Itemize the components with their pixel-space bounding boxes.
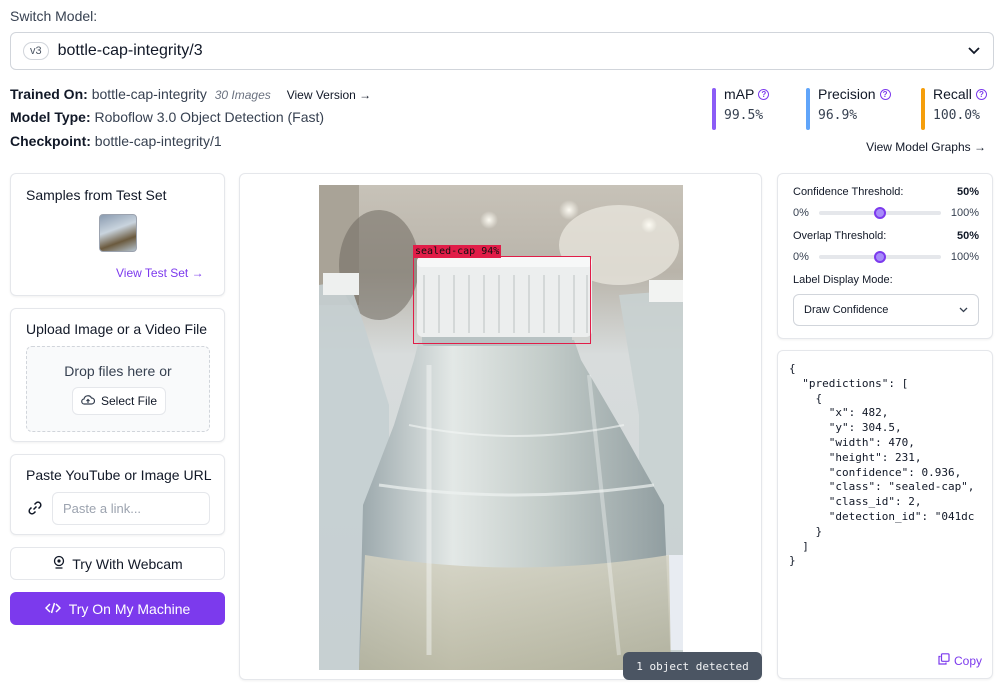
checkpoint-row: Checkpoint: bottle-cap-integrity/1 — [10, 133, 222, 149]
link-icon — [27, 500, 43, 521]
json-line: { — [789, 362, 796, 375]
json-line: ] — [789, 539, 809, 553]
metric-precision: Precision? 96.9% — [806, 86, 891, 130]
json-code: { "predictions": [ { "x": 482, "y": 304.… — [789, 362, 974, 569]
select-file-button[interactable]: Select File — [72, 387, 166, 415]
help-icon[interactable]: ? — [758, 88, 770, 100]
metric-recall: Recall? 100.0% — [921, 86, 987, 130]
help-icon[interactable]: ? — [879, 88, 891, 100]
metric-color-bar — [921, 88, 925, 130]
overlap-value: 50% — [956, 230, 979, 242]
model-type-label: Model Type: — [10, 109, 91, 125]
chevron-down-icon — [967, 44, 981, 58]
overlap-slider-handle[interactable] — [873, 251, 886, 263]
copy-icon — [938, 653, 950, 668]
detection-label: sealed-cap 94% — [413, 245, 502, 258]
slider-min-label: 0% — [793, 251, 809, 263]
confidence-slider[interactable] — [818, 207, 941, 219]
json-line: "predictions": [ — [789, 376, 909, 390]
model-type-value: Roboflow 3.0 Object Detection (Fast) — [94, 109, 325, 125]
trained-on-value: bottle-cap-integrity — [91, 86, 207, 102]
display-mode-value: Draw Confidence — [804, 304, 889, 316]
copy-label: Copy — [953, 653, 982, 668]
json-line: "detection_id": "041dc — [789, 509, 975, 523]
confidence-slider-handle[interactable] — [873, 207, 886, 219]
model-type-row: Model Type: Roboflow 3.0 Object Detectio… — [10, 109, 324, 125]
chevron-down-icon — [959, 304, 968, 316]
json-line: { — [789, 391, 823, 405]
json-line: "width": 470, — [789, 435, 915, 449]
webcam-button[interactable]: Try With Webcam — [10, 547, 225, 580]
view-test-set-link[interactable]: View Test Set → — [116, 266, 204, 280]
json-line: "x": 482, — [789, 406, 889, 420]
checkpoint-value: bottle-cap-integrity/1 — [94, 133, 222, 149]
slider-min-label: 0% — [793, 207, 809, 219]
help-icon[interactable]: ? — [975, 88, 987, 100]
url-input[interactable]: Paste a link... — [52, 492, 210, 525]
webcam-label: Try With Webcam — [72, 555, 183, 572]
model-select-dropdown[interactable]: v3 bottle-cap-integrity/3 — [10, 32, 994, 70]
inference-settings-panel: Confidence Threshold: 50% 0% 100% Overla… — [777, 173, 993, 339]
confidence-value: 50% — [956, 186, 979, 198]
image-count: 30 Images — [214, 88, 271, 102]
drop-text: Drop files here or — [64, 363, 172, 379]
file-dropzone[interactable]: Drop files here or Select File — [26, 346, 210, 432]
metric-map: mAP? 99.5% — [712, 86, 770, 130]
sample-thumbnail[interactable] — [99, 214, 137, 252]
trained-on-label: Trained On: — [10, 86, 88, 102]
try-on-machine-button[interactable]: Try On My Machine — [10, 592, 225, 625]
json-line: "class": "sealed-cap", — [789, 480, 975, 494]
webcam-icon — [52, 555, 66, 572]
confidence-label: Confidence Threshold: — [793, 186, 904, 198]
view-version-link[interactable]: View Version → — [287, 88, 372, 102]
detection-status: 1 object detected — [623, 652, 762, 680]
overlap-row: Overlap Threshold: 50% — [793, 230, 979, 242]
upload-card: Upload Image or a Video File Drop files … — [10, 308, 225, 442]
checkpoint-label: Checkpoint: — [10, 133, 91, 149]
samples-card: Samples from Test Set View Test Set → — [10, 173, 225, 296]
upload-title: Upload Image or a Video File — [26, 321, 208, 337]
metric-label: Recall — [933, 86, 972, 102]
url-title: Paste YouTube or Image URL — [26, 467, 212, 483]
metric-label: Precision — [818, 86, 876, 102]
trained-on-row: Trained On: bottle-cap-integrity 30 Imag… — [10, 86, 371, 102]
overlap-label: Overlap Threshold: — [793, 230, 887, 242]
code-icon — [44, 601, 61, 617]
metric-label: mAP — [724, 86, 755, 102]
view-model-graphs-link[interactable]: View Model Graphs → — [866, 140, 986, 154]
slider-max-label: 100% — [950, 251, 979, 263]
json-line: } — [789, 554, 796, 568]
metric-value: 100.0% — [933, 108, 980, 123]
display-mode-label: Label Display Mode: — [793, 274, 893, 286]
detection-bounding-box[interactable] — [413, 256, 591, 344]
overlap-slider-row: 0% 100% — [793, 251, 979, 263]
model-name: bottle-cap-integrity/3 — [57, 42, 203, 59]
metric-value: 99.5% — [724, 108, 764, 123]
json-output-panel: { "predictions": [ { "x": 482, "y": 304.… — [777, 350, 993, 679]
switch-model-label: Switch Model: — [10, 8, 98, 24]
json-line: "class_id": 2, — [789, 495, 922, 509]
copy-button[interactable]: Copy — [938, 653, 982, 668]
display-mode-select[interactable]: Draw Confidence — [793, 294, 979, 326]
samples-title: Samples from Test Set — [26, 187, 167, 203]
json-line: } — [789, 524, 823, 538]
confidence-row: Confidence Threshold: 50% — [793, 186, 979, 198]
slider-max-label: 100% — [950, 207, 979, 219]
metric-value: 96.9% — [818, 108, 858, 123]
version-badge: v3 — [23, 42, 49, 60]
json-line: "y": 304.5, — [789, 421, 902, 435]
metric-color-bar — [806, 88, 810, 130]
machine-label: Try On My Machine — [68, 600, 191, 617]
overlap-slider[interactable] — [818, 251, 941, 263]
confidence-slider-row: 0% 100% — [793, 207, 979, 219]
url-card: Paste YouTube or Image URL Paste a link.… — [10, 454, 225, 535]
json-line: "height": 231, — [789, 450, 922, 464]
json-line: "confidence": 0.936, — [789, 465, 962, 479]
select-file-label: Select File — [100, 394, 158, 408]
metric-color-bar — [712, 88, 716, 130]
upload-cloud-icon — [81, 394, 96, 409]
